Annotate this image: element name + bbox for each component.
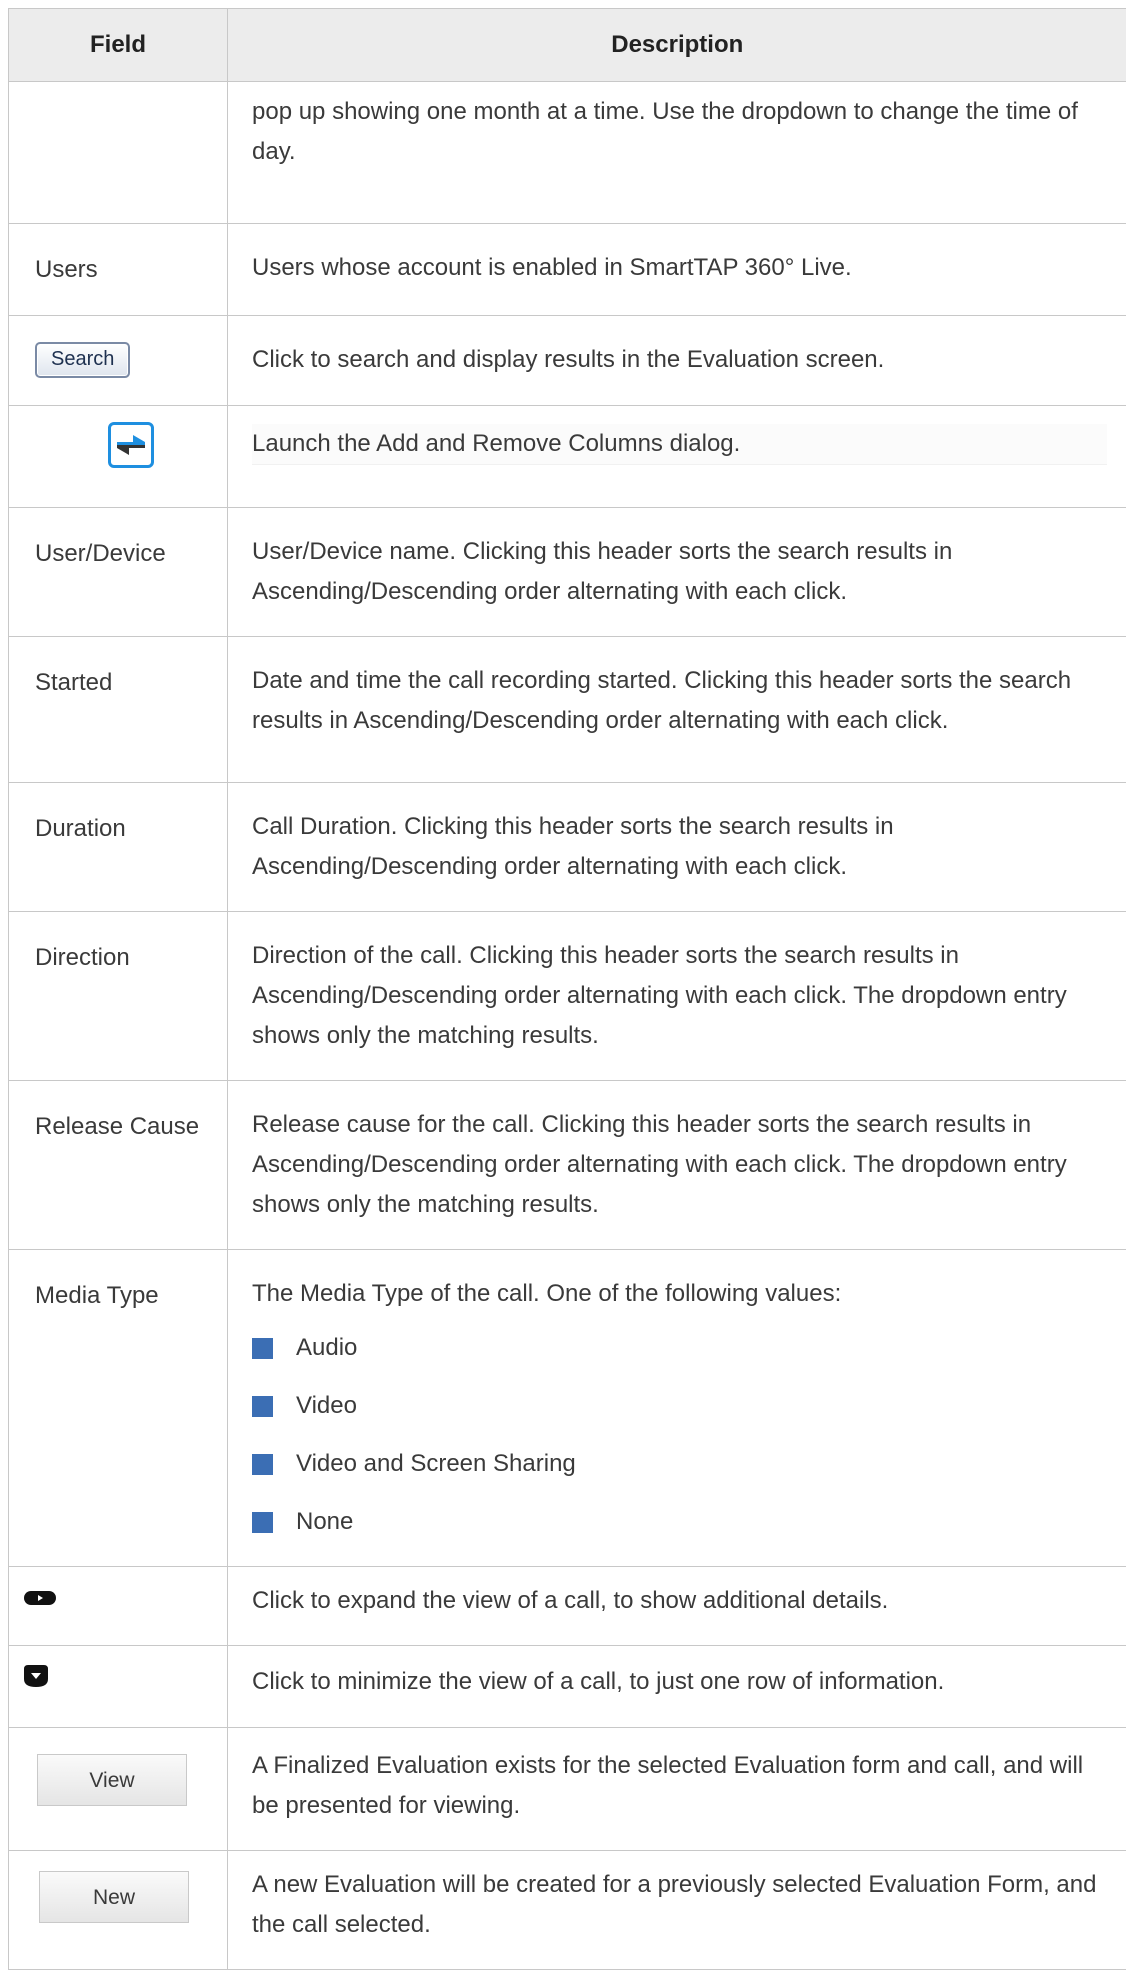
search-button[interactable]: Search xyxy=(35,342,130,378)
bullet-square-icon xyxy=(252,1396,273,1417)
description-cell: A new Evaluation will be created for a p… xyxy=(228,1851,1126,1970)
description-cell: A Finalized Evaluation exists for the se… xyxy=(228,1728,1126,1851)
description-text: The Media Type of the call. One of the f… xyxy=(252,1274,1107,1314)
table-row: pop up showing one month at a time. Use … xyxy=(9,82,1126,224)
field-cell: Duration xyxy=(9,783,228,912)
expand-icon[interactable] xyxy=(23,1587,57,1614)
description-cell: Call Duration. Clicking this header sort… xyxy=(228,783,1126,912)
table-row: Click to minimize the view of a call, to… xyxy=(9,1646,1126,1728)
collapse-icon[interactable] xyxy=(23,1668,49,1695)
bullet-square-icon xyxy=(252,1512,273,1533)
description-cell: Click to expand the view of a call, to s… xyxy=(228,1567,1126,1646)
description-cell: The Media Type of the call. One of the f… xyxy=(228,1250,1126,1567)
description-cell: Users whose account is enabled in SmartT… xyxy=(228,224,1126,316)
table-row: Release Cause Release cause for the call… xyxy=(9,1081,1126,1250)
description-column-header: Description xyxy=(228,9,1126,82)
description-cell: Date and time the call recording started… xyxy=(228,637,1126,783)
description-cell: Release cause for the call. Clicking thi… xyxy=(228,1081,1126,1250)
table-row: Direction Direction of the call. Clickin… xyxy=(9,912,1126,1081)
list-item: Video and Screen Sharing xyxy=(252,1444,1107,1484)
description-cell: Click to minimize the view of a call, to… xyxy=(228,1646,1126,1728)
list-item: Video xyxy=(252,1386,1107,1426)
field-column-header: Field xyxy=(9,9,228,82)
field-cell xyxy=(9,82,228,224)
description-cell: Launch the Add and Remove Columns dialog… xyxy=(228,406,1126,508)
bullet-square-icon xyxy=(252,1338,273,1359)
table-row: Click to expand the view of a call, to s… xyxy=(9,1567,1126,1646)
description-cell: User/Device name. Clicking this header s… xyxy=(228,508,1126,637)
list-item: Audio xyxy=(252,1328,1107,1368)
table-header-row: Field Description xyxy=(9,9,1126,82)
table-row: Duration Call Duration. Clicking this he… xyxy=(9,783,1126,912)
table-row: View A Finalized Evaluation exists for t… xyxy=(9,1728,1126,1851)
table-row: New A new Evaluation will be created for… xyxy=(9,1851,1126,1970)
table-row: User/Device User/Device name. Clicking t… xyxy=(9,508,1126,637)
table-row: Started Date and time the call recording… xyxy=(9,637,1126,783)
media-type-list: Audio Video Video and Screen Sharing Non… xyxy=(252,1328,1107,1542)
table-row: Launch the Add and Remove Columns dialog… xyxy=(9,406,1126,508)
field-cell: Direction xyxy=(9,912,228,1081)
swap-columns-icon[interactable] xyxy=(108,422,154,468)
table-row: Media Type The Media Type of the call. O… xyxy=(9,1250,1126,1567)
field-cell xyxy=(9,1567,228,1646)
field-cell: Search xyxy=(9,316,228,406)
field-cell: New xyxy=(9,1851,228,1970)
view-button[interactable]: View xyxy=(37,1754,187,1806)
field-cell: Media Type xyxy=(9,1250,228,1567)
new-button[interactable]: New xyxy=(39,1871,189,1923)
field-cell: User/Device xyxy=(9,508,228,637)
field-description-table: Field Description pop up showing one mon… xyxy=(8,8,1126,1970)
description-cell: Click to search and display results in t… xyxy=(228,316,1126,406)
description-text: Launch the Add and Remove Columns dialog… xyxy=(252,424,1107,465)
description-cell: pop up showing one month at a time. Use … xyxy=(228,82,1126,224)
description-cell: Direction of the call. Clicking this hea… xyxy=(228,912,1126,1081)
field-cell xyxy=(9,1646,228,1728)
field-cell: Started xyxy=(9,637,228,783)
list-item: None xyxy=(252,1502,1107,1542)
field-cell xyxy=(9,406,228,508)
field-cell: Release Cause xyxy=(9,1081,228,1250)
bullet-square-icon xyxy=(252,1454,273,1475)
table-row: Users Users whose account is enabled in … xyxy=(9,224,1126,316)
field-cell: Users xyxy=(9,224,228,316)
field-cell: View xyxy=(9,1728,228,1851)
table-row: Search Click to search and display resul… xyxy=(9,316,1126,406)
